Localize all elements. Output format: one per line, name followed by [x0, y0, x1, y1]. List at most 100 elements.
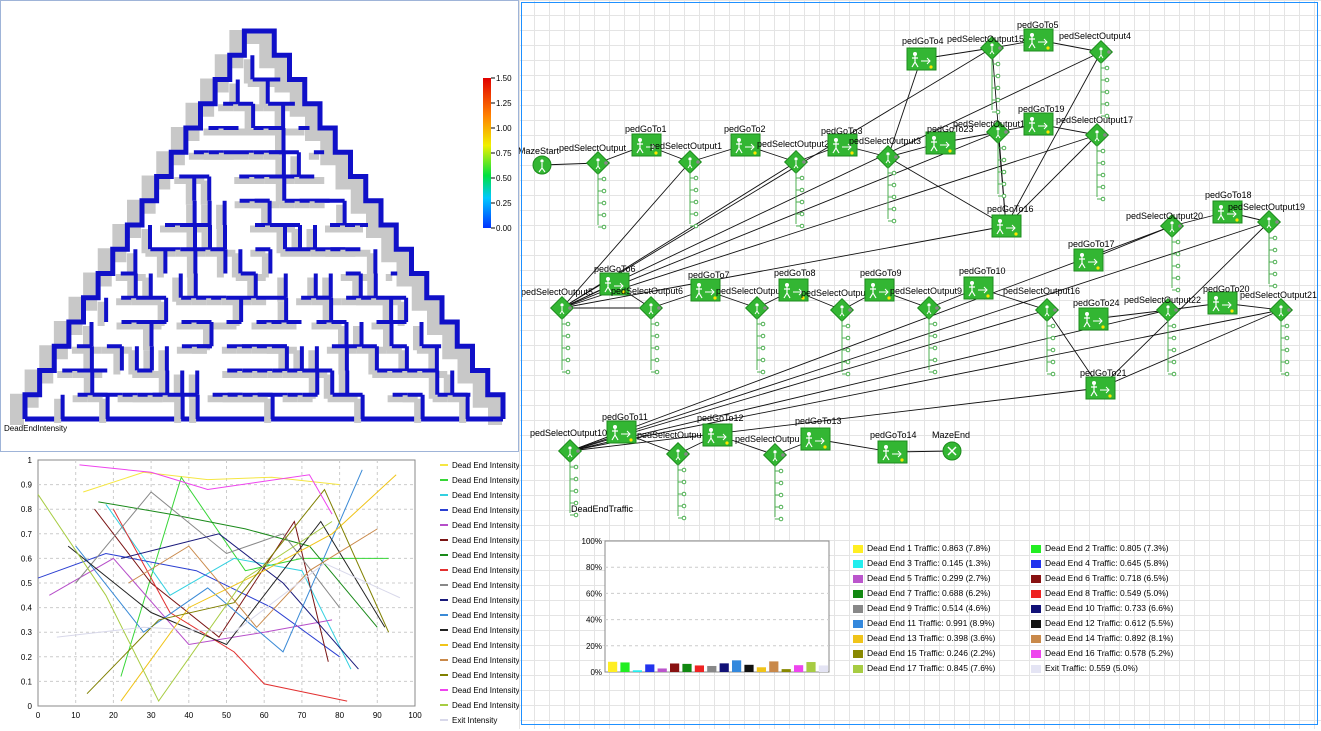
flow-node-pedselectoutput20[interactable]: pedSelectOutput20	[1126, 211, 1203, 293]
y-tick-label: 0.2	[21, 653, 33, 662]
flow-node-pedselectoutput11[interactable]: pedSelectOutpu	[637, 430, 702, 521]
flow-node-pedselectoutput6[interactable]: pedSelectOutput6	[611, 286, 683, 375]
bar-legend-swatch	[1031, 589, 1041, 598]
legend-label: Dead End Intensity 7	[452, 551, 519, 560]
flow-node-label: pedGoTo11	[602, 412, 648, 422]
flow-node-label: pedGoTo13	[795, 416, 842, 426]
intensity-line-chart: 0 10 20 30 40 50 60 70 80 90 100 0 0.1 0.2 0.3 0.4 0.5 0.…	[0, 452, 531, 729]
flow-edge	[1099, 309, 1282, 389]
flow-node-pedselectoutput21[interactable]: pedSelectOutput21	[1240, 290, 1317, 377]
legend-label: Dead End Intensity 4	[452, 506, 519, 515]
x-tick-label: 70	[297, 711, 306, 720]
scale-gradient-bar	[483, 78, 491, 228]
legend-label: Dead End Intensity 12	[452, 626, 519, 635]
traffic-bar	[707, 665, 717, 672]
bar-legend-item: Dead End 9 Traffic: 0.514 (4.6%)	[853, 603, 991, 613]
scale-tick-label: 0.00	[496, 224, 512, 233]
x-tick-label: 30	[147, 711, 156, 720]
flow-node-label: MazeStart	[519, 146, 560, 156]
bar-legend-label: Dead End 2 Traffic: 0.805 (7.3%)	[1045, 543, 1169, 553]
flow-node-label: pedSelectOutput5	[521, 287, 593, 297]
flow-node-pedgoto1[interactable]: pedGoTo1	[625, 124, 667, 157]
legend-label: Dead End Intensity 6	[452, 536, 519, 545]
traffic-bar	[645, 664, 655, 672]
flow-node-pedgoto24[interactable]: pedGoTo24	[1073, 298, 1120, 331]
bar-legend-label: Dead End 6 Traffic: 0.718 (6.5%)	[1045, 573, 1169, 583]
flow-node-label: pedGoTo17	[1068, 239, 1115, 249]
flow-node-pedselectoutput12[interactable]: pedSelectOutpu	[735, 434, 800, 522]
bar-legend-label: Dead End 10 Traffic: 0.733 (6.6%)	[1045, 603, 1174, 613]
flow-node-label: pedSelectOutput1	[953, 119, 1025, 129]
flow-node-pedgoto14[interactable]: pedGoTo14	[870, 430, 917, 464]
flow-node-label: pedGoTo8	[774, 268, 816, 278]
flow-node-pedselectoutput7[interactable]: pedSelectOutpu	[716, 286, 781, 375]
legend-label: Dead End Intensity 3	[452, 491, 519, 500]
dataset-label: DeadEndTraffic	[571, 504, 634, 514]
flow-node-mazeend[interactable]: MazeEnd	[932, 430, 970, 461]
y-tick-label: 0.9	[21, 481, 33, 490]
flow-connections	[541, 39, 1282, 456]
bar-legend-item: Dead End 16 Traffic: 0.578 (5.2%)	[1031, 648, 1173, 658]
bar-y-tick-label: 60%	[586, 589, 602, 598]
flow-node-label: pedGoTo12	[697, 413, 744, 423]
bar-y-tick-label: 20%	[586, 642, 602, 651]
flow-node-pedgoto21[interactable]: pedGoTo21	[1080, 368, 1127, 400]
flow-node-pedselectoutput4[interactable]: pedSelectOutput4	[1059, 31, 1131, 119]
flow-node-pedselectoutput15[interactable]: pedSelectOutput15	[947, 34, 1024, 115]
legend-label: Dead End Intensity 15	[452, 671, 519, 680]
bar-legend-label: Dead End 12 Traffic: 0.612 (5.5%)	[1045, 618, 1174, 628]
flow-node-label: pedGoTo6	[594, 264, 636, 274]
maze-view[interactable]: 1.50 1.25 1.00 0.75 0.50 0.25 0.00 DeadEndInten…	[0, 0, 519, 452]
bar-legend-label: Dead End 14 Traffic: 0.892 (8.1%)	[1045, 633, 1174, 643]
flow-node-label: pedGoTo2	[724, 124, 766, 134]
legend-label: Dead End Intensity 9	[452, 581, 519, 590]
bar-legend-swatch	[853, 559, 863, 568]
legend-label: Dead End Intensity 11	[452, 611, 519, 620]
traffic-bar	[657, 668, 667, 672]
legend-label: Dead End Intensity 1	[452, 461, 519, 470]
scale-tick-label: 0.25	[496, 199, 512, 208]
intensity-color-scale: 1.50 1.25 1.00 0.75 0.50 0.25 0.00	[483, 74, 512, 233]
y-tick-label: 0.4	[21, 604, 33, 613]
scale-tick-label: 0.75	[496, 149, 512, 158]
bar-legend-item: Dead End 7 Traffic: 0.688 (6.2%)	[853, 588, 991, 598]
bar-legend-item: Dead End 4 Traffic: 0.645 (5.8%)	[1031, 558, 1169, 568]
bar-legend-item: Exit Traffic: 0.559 (5.0%)	[1031, 663, 1138, 673]
flow-node-pedgoto16[interactable]: pedGoTo16	[987, 204, 1034, 238]
bar-legend-item: Dead End 13 Traffic: 0.398 (3.6%)	[853, 633, 995, 643]
traffic-bar	[732, 660, 742, 672]
flow-node-pedselectoutput3[interactable]: pedSelectOutput3	[849, 136, 921, 224]
bar-legend-item: Dead End 5 Traffic: 0.299 (2.7%)	[853, 573, 991, 583]
flow-node-pedgoto4[interactable]: pedGoTo4	[902, 36, 944, 71]
maze-label: DeadEndIntensity	[4, 424, 67, 433]
flow-node-label: pedSelectOutput16	[1003, 286, 1080, 296]
flow-nodes: MazeStart pedSelectOutput pedGoTo1 pedSelec…	[518, 20, 1317, 522]
bar-legend-item: Dead End 15 Traffic: 0.246 (2.2%)	[853, 648, 995, 658]
scale-tick-label: 1.25	[496, 99, 512, 108]
flow-node-pedgoto13[interactable]: pedGoTo13	[795, 416, 842, 451]
legend-label: Dead End Intensity 16	[452, 686, 519, 695]
flow-node-pedselectoutput17[interactable]: pedSelectOutput17	[1056, 115, 1133, 202]
flow-node-label: pedSelectOutput2	[757, 139, 829, 149]
bar-legend-swatch	[853, 649, 863, 658]
scale-tick-label: 1.50	[496, 74, 512, 83]
scale-tick-label: 1.00	[496, 124, 512, 133]
bar-legend-swatch	[1031, 604, 1041, 613]
flow-node-label: pedSelectOutput3	[849, 136, 921, 146]
bar-legend-swatch	[1031, 649, 1041, 658]
bar-legend-label: Dead End 15 Traffic: 0.246 (2.2%)	[867, 648, 996, 658]
flow-node-label: pedSelectOutput	[801, 288, 869, 298]
y-tick-label: 0.3	[21, 628, 33, 637]
y-tick-label: 0.6	[21, 554, 33, 563]
flow-node-label: pedSelectOutput21	[1240, 290, 1317, 300]
traffic-bar	[756, 667, 766, 672]
bar-legend-label: Dead End 11 Traffic: 0.991 (8.9%)	[867, 618, 995, 628]
traffic-bar	[781, 669, 791, 672]
bar-legend-item: Dead End 2 Traffic: 0.805 (7.3%)	[1031, 543, 1169, 553]
legend-label: Dead End Intensity 2	[452, 476, 519, 485]
flow-node-pedgoto10[interactable]: pedGoTo10	[959, 266, 1006, 300]
flow-node-mazestart[interactable]: MazeStart	[518, 146, 560, 175]
flow-node-pedgoto17[interactable]: pedGoTo17	[1068, 239, 1115, 272]
bar-plot-area	[604, 540, 830, 673]
flow-node-label: pedSelectOutpu	[716, 286, 781, 296]
